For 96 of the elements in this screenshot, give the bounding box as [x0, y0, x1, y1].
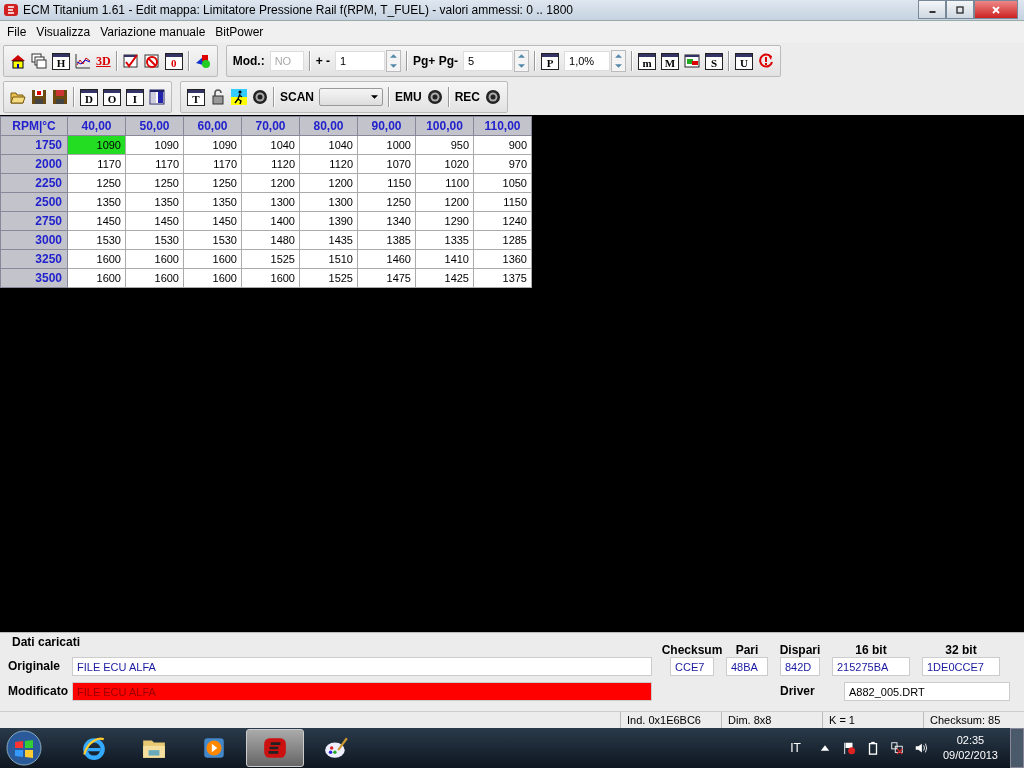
app-logo-icon: [262, 735, 288, 761]
close-icon: [991, 4, 1001, 15]
spinner-control[interactable]: [611, 50, 627, 72]
language-indicator[interactable]: IT: [790, 741, 801, 755]
letter-icon[interactable]: M: [661, 52, 680, 70]
checksum-label: Pari: [735, 643, 759, 657]
media-player-icon: [201, 735, 227, 761]
letter-icon[interactable]: S: [705, 52, 724, 70]
checksum-label: 32 bit: [945, 643, 977, 657]
chart-icon[interactable]: [75, 53, 91, 69]
home-icon[interactable]: [10, 53, 26, 69]
letter-icon[interactable]: 0: [164, 52, 183, 70]
up-arrow-icon[interactable]: [518, 54, 526, 58]
down-arrow-icon[interactable]: [615, 64, 623, 68]
minimize-button[interactable]: [918, 0, 946, 19]
step-field[interactable]: 1: [335, 51, 385, 71]
letter-icon[interactable]: T: [187, 88, 205, 106]
prohibited-icon[interactable]: [143, 53, 160, 69]
percent-field[interactable]: 1,0%: [564, 51, 611, 71]
scan-label: SCAN: [280, 90, 314, 104]
original-label: Originale: [8, 659, 61, 675]
mod-label: Mod.:: [232, 54, 265, 68]
checksum-field[interactable]: 215275BA: [832, 657, 910, 676]
app-logo-icon: [3, 2, 19, 18]
down-arrow-icon[interactable]: [518, 64, 526, 68]
checksum-field[interactable]: 1DE0CCE7: [922, 657, 1000, 676]
checksum-label: 16 bit: [855, 643, 887, 657]
record-icon[interactable]: [485, 89, 502, 105]
column-header: 110,00: [473, 116, 532, 136]
checkmark-icon[interactable]: [122, 53, 139, 69]
column-header: 60,00: [183, 116, 242, 136]
corner-header: RPM|°C: [0, 116, 68, 136]
minimize-icon: [928, 11, 936, 13]
down-arrow-icon[interactable]: [390, 64, 397, 68]
clock[interactable]: 02:35 09/02/2013: [942, 733, 998, 763]
modified-label: Modificato: [8, 684, 66, 700]
open-folder-icon[interactable]: [10, 89, 26, 105]
running-person-icon[interactable]: [231, 89, 247, 105]
maximize-button[interactable]: [946, 0, 974, 19]
up-arrow-icon[interactable]: [390, 54, 397, 58]
windows-icon[interactable]: [31, 53, 47, 69]
start-button[interactable]: [6, 730, 42, 766]
menu-item[interactable]: File: [2, 25, 32, 39]
checksum-field[interactable]: 842D: [780, 657, 820, 676]
record-icon[interactable]: [426, 89, 443, 105]
browser-e-icon: [81, 735, 107, 761]
close-button[interactable]: [974, 0, 1018, 19]
rec-label: REC: [454, 90, 481, 104]
letter-icon[interactable]: D: [80, 88, 98, 106]
checksum-label: Dispari: [779, 643, 821, 657]
emu-label: EMU: [395, 90, 422, 104]
column-header: 50,00: [125, 116, 184, 136]
network-icon[interactable]: [889, 741, 904, 755]
panel-title: Dati caricati: [12, 635, 81, 649]
speaker-icon[interactable]: [913, 741, 928, 755]
letter-icon[interactable]: U: [735, 52, 754, 70]
mod-field: NO: [269, 51, 304, 71]
menu-item[interactable]: Visualizza: [31, 25, 96, 39]
taskbar-app-button[interactable]: [246, 729, 304, 767]
shapes-icon[interactable]: [194, 53, 211, 69]
checksum-field[interactable]: 48BA: [726, 657, 768, 676]
driver-field[interactable]: A882_005.DRT: [844, 682, 1010, 701]
original-field[interactable]: FILE ECU ALFA: [72, 657, 652, 676]
column-header: 70,00: [241, 116, 300, 136]
caret-icon: [371, 95, 378, 99]
column-header: 80,00: [299, 116, 358, 136]
window-icon[interactable]: [684, 53, 701, 69]
refresh-warning-icon[interactable]: [758, 53, 775, 69]
checksum-label: Checksum: [661, 643, 723, 657]
page-field[interactable]: 5: [463, 51, 514, 71]
menu-item[interactable]: BitPower: [210, 25, 269, 39]
columns-icon[interactable]: [149, 89, 165, 105]
letter-icon[interactable]: m: [638, 52, 657, 70]
paint-palette-icon: [323, 735, 349, 761]
flag-icon[interactable]: [841, 741, 856, 755]
padlock-icon[interactable]: [210, 89, 226, 105]
column-header: 100,00: [415, 116, 474, 136]
menu-item[interactable]: Variazione manuale: [95, 25, 211, 39]
column-header: 90,00: [357, 116, 416, 136]
page-label: Pg+ Pg-: [413, 54, 459, 68]
up-arrow-icon[interactable]: [615, 54, 623, 58]
letter-icon[interactable]: O: [103, 88, 121, 106]
window-title: ECM Titanium 1.61 - Edit mappa: Limitatore Pressione Rail f(RPM, T_FUEL) - valori ammessi: 0 .. 1800: [23, 3, 574, 17]
letter-icon[interactable]: I: [126, 88, 144, 106]
column-header: 40,00: [67, 116, 126, 136]
maximize-icon: [955, 4, 965, 15]
driver-label: Driver: [780, 684, 816, 700]
step-label: + -: [315, 54, 330, 68]
spinner-control[interactable]: [386, 50, 401, 72]
letter-icon[interactable]: P: [541, 52, 560, 70]
spinner-control[interactable]: [514, 50, 530, 72]
3d-icon[interactable]: 3D: [96, 53, 111, 69]
checksum-field[interactable]: CCE7: [670, 657, 714, 676]
record-icon[interactable]: [252, 89, 268, 105]
letter-icon[interactable]: H: [52, 52, 70, 70]
scan-dropdown[interactable]: [319, 88, 383, 106]
